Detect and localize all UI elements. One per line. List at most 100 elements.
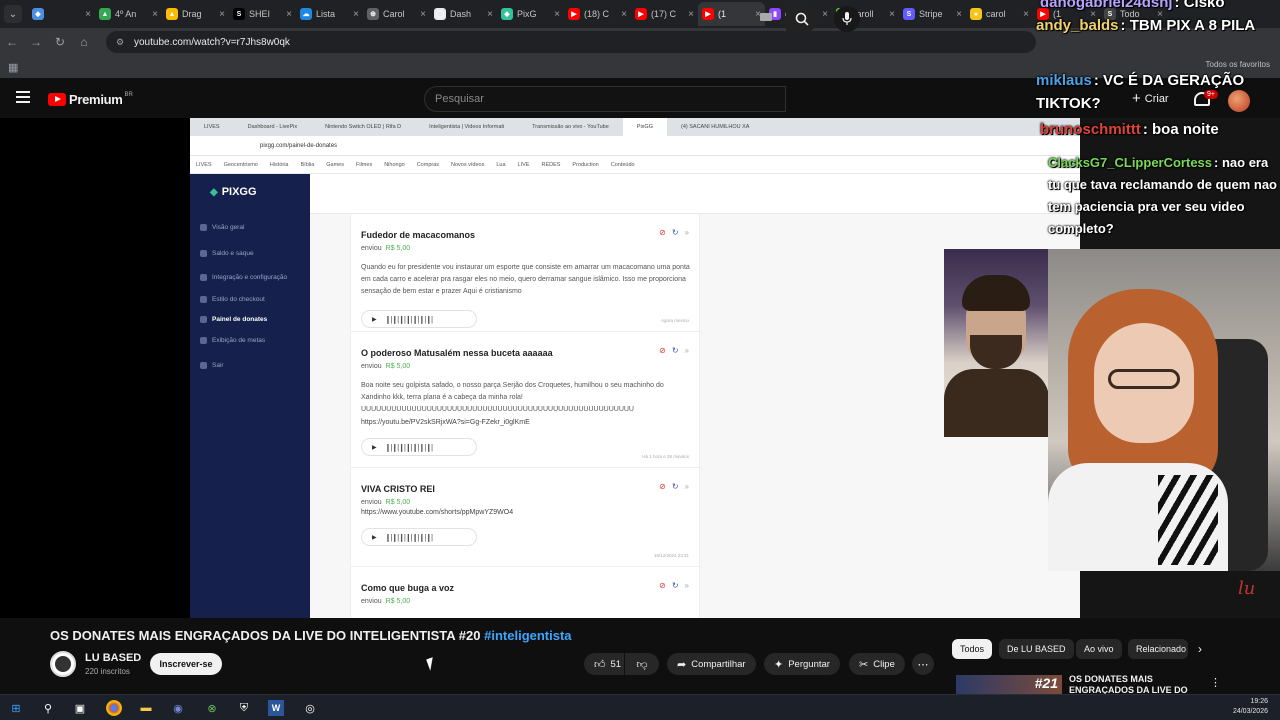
tab-close-icon[interactable]: × [487, 9, 493, 20]
ask-button[interactable]: ✦ Perguntar [764, 653, 840, 675]
like-button[interactable]: 👍︎ 51 [584, 653, 624, 675]
keyboard-icon[interactable] [760, 13, 772, 21]
forward-icon[interactable]: → [24, 35, 48, 49]
home-icon[interactable]: ⌂ [72, 35, 96, 49]
tab-close-icon[interactable]: × [152, 9, 158, 20]
apps-grid-icon[interactable]: ▦ [8, 61, 18, 74]
share-button[interactable]: ➦ Compartilhar [667, 653, 756, 675]
donation-message: Quando eu for presidente vou instaurar u… [361, 264, 690, 295]
tab-close-icon[interactable]: × [353, 9, 359, 20]
browser-tab[interactable]: ▶ (18) C × [564, 2, 631, 26]
chat-separator: : [1174, 0, 1184, 11]
dislike-button[interactable]: 👎︎ [625, 653, 659, 675]
donation-card: O poderoso Matusalém nessa buceta aaaaaa… [351, 332, 701, 468]
tab-label: Carol [383, 9, 405, 19]
clip-button[interactable]: ✂ Clipe [849, 653, 905, 675]
inner-bookmark: REDES [541, 161, 561, 168]
tab-close-icon[interactable]: × [219, 9, 225, 20]
system-clock[interactable]: 19:26 24/03/2026 [1233, 697, 1268, 717]
tab-favicon-icon: ◆ [32, 8, 44, 20]
file-explorer-icon[interactable]: ▬ [138, 700, 154, 716]
tab-close-icon[interactable]: × [889, 9, 895, 20]
browser-tab[interactable]: S Stripe × [899, 2, 966, 26]
menu-icon[interactable] [16, 91, 30, 103]
voice-search-button[interactable] [834, 6, 860, 32]
tab-close-icon[interactable]: × [420, 9, 426, 20]
browser-tab[interactable]: ⊕ Carol × [363, 2, 430, 26]
tab-close-icon[interactable]: × [85, 9, 91, 20]
discord-icon[interactable]: ◉ [170, 700, 186, 716]
inner-bookmark: Novos vídeos [451, 161, 485, 168]
video-title-text: OS DONATES MAIS ENGRAÇADOS DA LIVE DO IN… [50, 628, 481, 643]
tab-close-icon[interactable]: × [956, 9, 962, 20]
tab-close-icon[interactable]: × [554, 9, 560, 20]
browser-tab[interactable]: S SHEI × [229, 2, 296, 26]
browser-tab[interactable]: ▶ (1 × [698, 2, 765, 26]
browser-tab[interactable]: ● carol × [966, 2, 1033, 26]
youtube-logo[interactable]: Premium BR [48, 92, 133, 107]
browser-tab[interactable]: ◆ × [28, 2, 95, 26]
channel-avatar[interactable] [50, 651, 76, 677]
chip-from-channel[interactable]: De LU BASED [999, 639, 1074, 659]
clock-time: 19:26 [1250, 698, 1268, 705]
subscribe-button[interactable]: Inscrever-se [150, 653, 222, 675]
chat-username: ClacksG7_CLipperCortess [1048, 155, 1213, 170]
pixgg-header [310, 174, 1080, 214]
donation-message: Boa noite seu golpista safado, o nosso p… [361, 382, 664, 413]
inner-tab: Dashboard - LivePix [247, 124, 298, 130]
start-icon[interactable]: ⊞ [8, 700, 24, 716]
menu-item-icon [200, 316, 207, 323]
donation-title: O poderoso Matusalém nessa buceta aaaaaa [361, 348, 553, 358]
chat-username: brunoschmittt [1040, 121, 1141, 138]
more-actions-button[interactable]: ⋯ [912, 653, 934, 675]
chip-related[interactable]: Relacionado [1128, 639, 1188, 659]
task-view-icon[interactable]: ▣ [72, 700, 88, 716]
donation-link: https://youtu.be/PV2skSRjxWA?si=Gg-FZekr… [361, 419, 530, 426]
back-icon[interactable]: ← [0, 35, 24, 49]
all-bookmarks-button[interactable]: Todos os favoritos [1206, 60, 1270, 69]
obs-icon[interactable]: ◎ [302, 700, 318, 716]
tab-label: (1 [718, 9, 727, 19]
reload-icon[interactable]: ↻ [48, 35, 72, 49]
recommendation-title[interactable]: OS DONATES MAIS ENGRAÇADOS DA LIVE DO IN… [1069, 674, 1199, 696]
tab-close-icon[interactable]: × [621, 9, 627, 20]
donation-sent: enviou [361, 499, 382, 506]
url-bar[interactable]: ⚙ youtube.com/watch?v=r7Jhs8w0qk [106, 31, 1036, 53]
chevron-right-icon[interactable]: › [1198, 642, 1202, 656]
pixgg-menu-item: Sair [200, 362, 224, 369]
recommendation-menu-icon[interactable]: ⋮ [1210, 676, 1221, 689]
search-button[interactable] [786, 6, 818, 32]
inner-bookmark: LIVES [196, 161, 212, 168]
site-info-icon[interactable]: ⚙ [116, 37, 126, 47]
donation-time: 16/12/2024 23:31 [653, 553, 689, 558]
donation-title: VIVA CRISTO REI [361, 484, 435, 494]
chrome-icon[interactable] [106, 700, 122, 716]
chip-all[interactable]: Todos [952, 639, 993, 659]
replay-icon: ↻ [671, 482, 679, 491]
tab-search-icon[interactable]: ⌄ [4, 5, 22, 23]
browser-tab[interactable]: ▶ (17) C × [631, 2, 698, 26]
tab-favicon-icon: ▶ [635, 8, 647, 20]
browser-tab[interactable]: ◆ PixG × [497, 2, 564, 26]
recommendation-thumbnail[interactable]: #21 [956, 675, 1062, 695]
shield-icon[interactable]: ⛨ [236, 700, 252, 716]
browser-tab[interactable]: ◯ Dash × [430, 2, 497, 26]
channel-name[interactable]: LU BASED [85, 652, 141, 664]
search-input[interactable]: Pesquisar [424, 86, 786, 112]
xbox-icon[interactable]: ⊗ [204, 700, 220, 716]
donation-link: https://www.youtube.com/shorts/ppMpwYZ9W… [361, 509, 514, 516]
tab-close-icon[interactable]: × [286, 9, 292, 20]
inner-url-bar: pixgg.com/painel-de-donates [190, 136, 1080, 156]
tab-close-icon[interactable]: × [688, 9, 694, 20]
tab-close-icon[interactable]: × [1023, 9, 1029, 20]
tab-close-icon[interactable]: × [822, 9, 828, 20]
menu-item-label: Visão geral [212, 224, 245, 231]
browser-tab[interactable]: ▲ 4º An × [95, 2, 162, 26]
search-taskbar-icon[interactable]: ⚲ [40, 700, 56, 716]
browser-tab[interactable]: ▲ Drag × [162, 2, 229, 26]
video-player[interactable]: LIVES Dashboard - LivePix Nintendo Switch … [0, 118, 1080, 618]
browser-tab[interactable]: ☁ Lista × [296, 2, 363, 26]
word-icon[interactable]: W [268, 700, 284, 716]
hashtag-link[interactable]: #inteligentista [484, 628, 571, 643]
chip-live[interactable]: Ao vivo [1076, 639, 1122, 659]
